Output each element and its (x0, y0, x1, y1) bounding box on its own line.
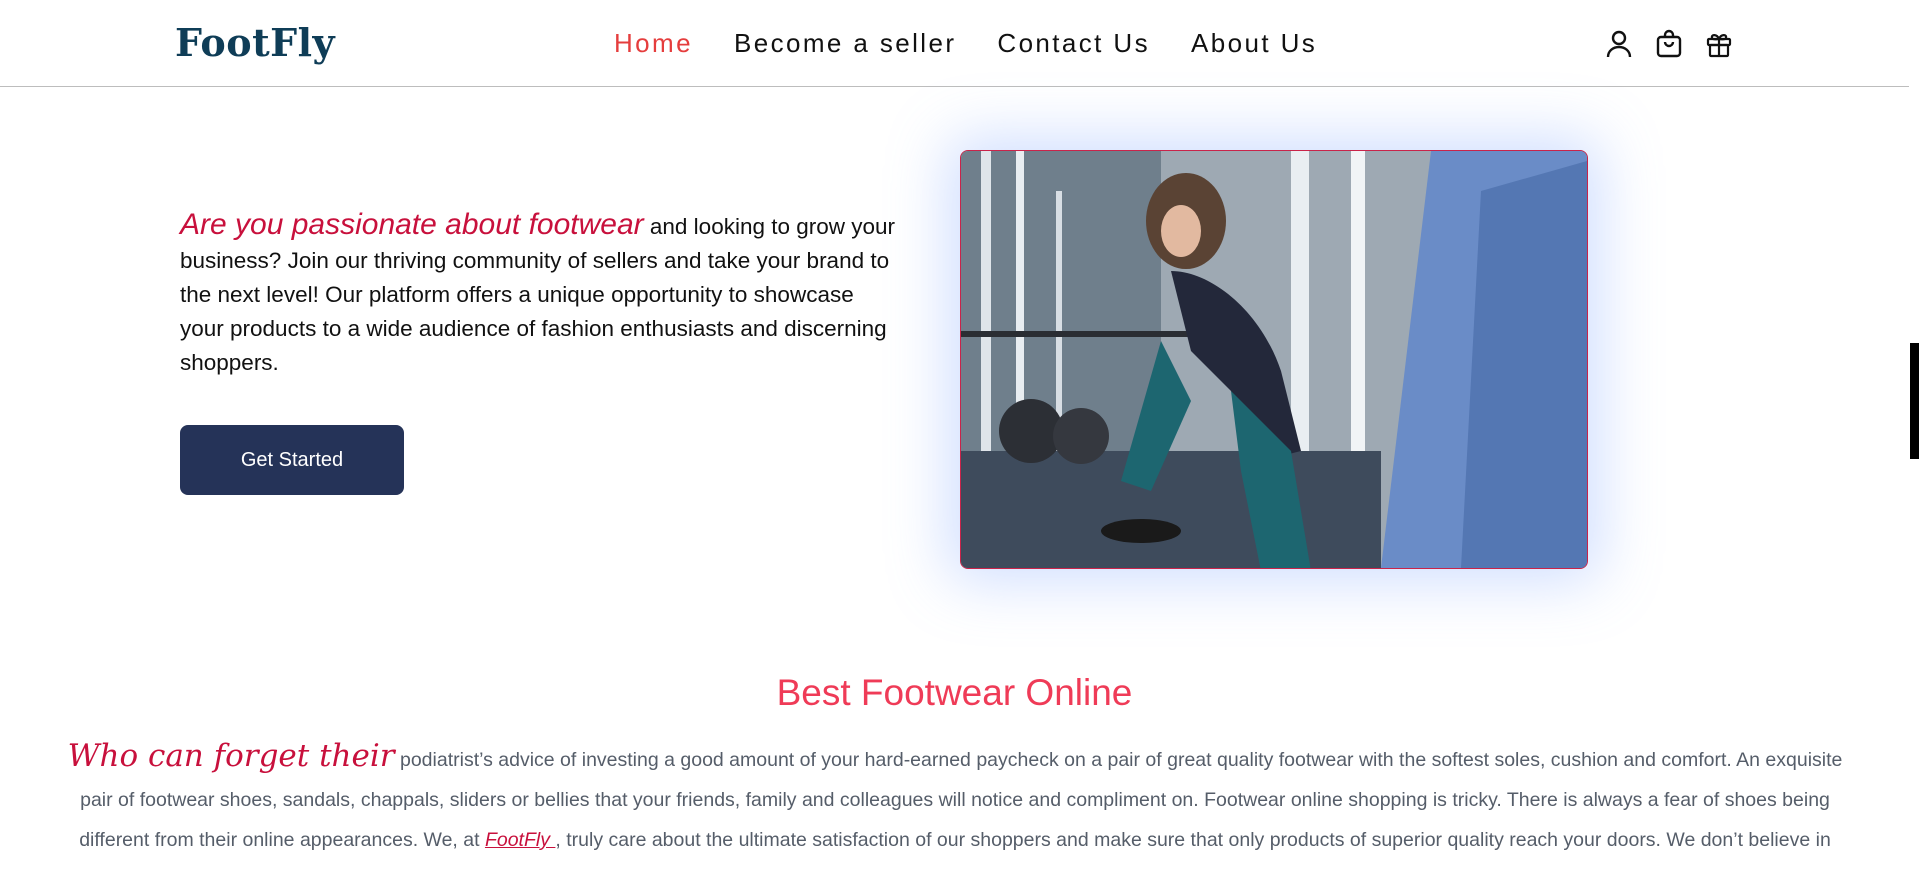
hero-highlight: Are you passionate about footwear (180, 208, 644, 241)
section-lead: Who can forget their (67, 738, 395, 774)
gift-icon[interactable] (1705, 29, 1733, 59)
site-header: FootFly Home Become a seller Contact Us … (0, 0, 1909, 87)
nav-become-seller[interactable]: Become a seller (734, 28, 956, 59)
scrollbar-thumb[interactable] (1910, 343, 1919, 459)
brand-link[interactable]: FootFly (485, 829, 555, 851)
shopping-bag-icon[interactable] (1655, 29, 1683, 59)
get-started-button[interactable]: Get Started (180, 425, 404, 495)
main-nav: Home Become a seller Contact Us About Us (614, 28, 1358, 59)
nav-about-us[interactable]: About Us (1191, 28, 1317, 59)
header-icons (1605, 29, 1733, 59)
section-body: Who can forget their podiatrist’s advice… (60, 736, 1850, 860)
site-logo[interactable]: FootFly (175, 20, 335, 65)
hero-image (960, 150, 1588, 569)
section-title: Best Footwear Online (776, 672, 1133, 713)
gym-photo-illustration (961, 151, 1587, 568)
user-icon[interactable] (1605, 29, 1633, 59)
nav-contact-us[interactable]: Contact Us (997, 28, 1150, 59)
nav-home[interactable]: Home (614, 28, 693, 59)
hero-intro: Are you passionate about footwear and lo… (180, 208, 900, 380)
section-text-2: , truly care about the ultimate satisfac… (555, 829, 1831, 851)
